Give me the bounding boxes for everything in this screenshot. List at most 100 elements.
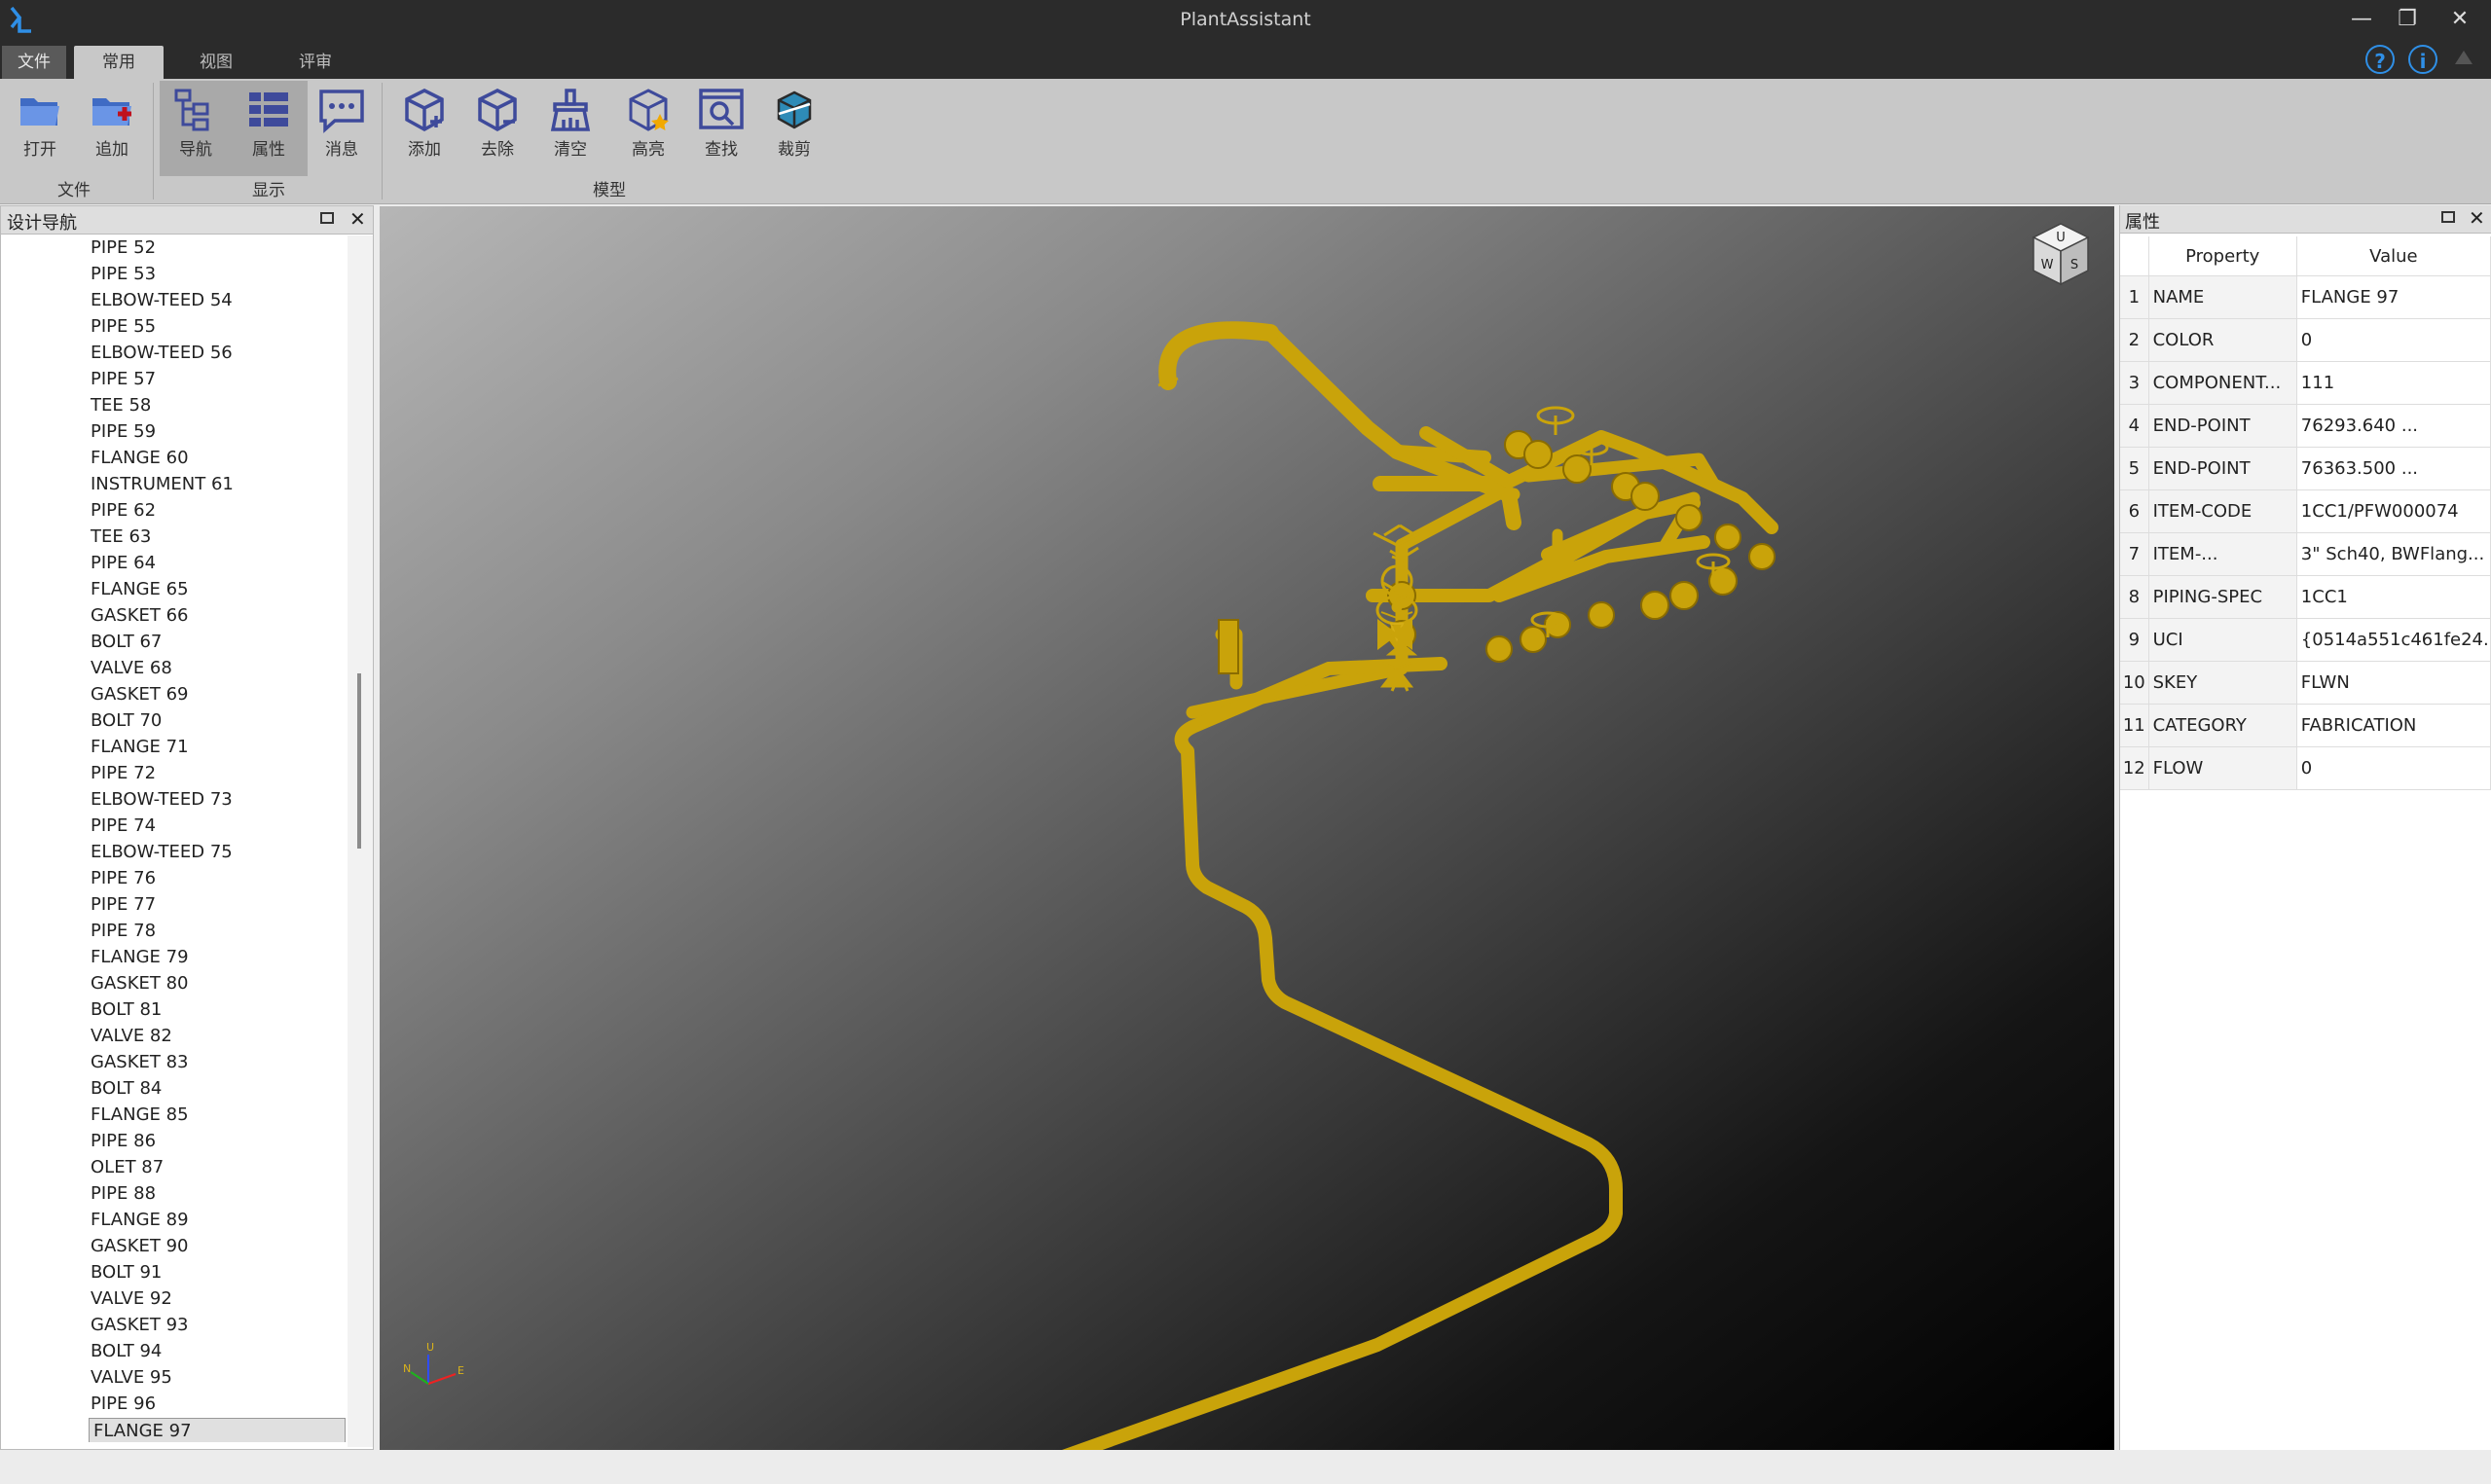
nav-tree-item[interactable]: BOLT 81 xyxy=(91,997,162,1023)
minimize-button[interactable]: — xyxy=(2345,6,2378,33)
property-row[interactable]: 10 SKEY FLWN xyxy=(2120,661,2491,705)
property-row[interactable]: 7 ITEM-... 3" Sch40, BWFlang... xyxy=(2120,532,2491,576)
nav-tree-item[interactable]: PIPE 74 xyxy=(91,814,156,839)
property-row[interactable]: 6 ITEM-CODE 1CC1/PFW000074 xyxy=(2120,489,2491,533)
add-model-button[interactable]: 添加 xyxy=(392,83,457,227)
nav-tree-item[interactable]: ELBOW-TEED 73 xyxy=(91,787,233,813)
nav-scrollbar[interactable] xyxy=(348,235,373,1447)
nav-tree-item[interactable]: BOLT 84 xyxy=(91,1076,162,1102)
view-cube-icon[interactable]: U W S xyxy=(2030,222,2092,286)
property-row[interactable]: 12 FLOW 0 xyxy=(2120,746,2491,790)
nav-tree-item[interactable]: TEE 63 xyxy=(91,525,151,550)
tab-view[interactable]: 视图 xyxy=(187,46,245,79)
help-icon[interactable]: ? xyxy=(2365,45,2395,74)
remove-model-button[interactable]: 去除 xyxy=(465,83,530,227)
nav-tree-item[interactable]: OLET 87 xyxy=(91,1155,164,1180)
nav-tree-item[interactable]: GASKET 90 xyxy=(91,1234,189,1259)
property-value-cell[interactable]: FLWN xyxy=(2296,661,2491,705)
nav-tree-item[interactable]: PIPE 78 xyxy=(91,919,156,944)
property-value-cell[interactable]: FABRICATION xyxy=(2296,704,2491,747)
find-button[interactable]: 查找 xyxy=(689,83,753,227)
nav-tree-item[interactable]: ELBOW-TEED 54 xyxy=(91,288,233,313)
nav-tree-item[interactable]: FLANGE 85 xyxy=(91,1103,189,1128)
nav-tree-item[interactable]: VALVE 82 xyxy=(91,1024,172,1049)
close-panel-icon[interactable]: ✕ xyxy=(2469,206,2485,230)
property-value-cell[interactable]: 0 xyxy=(2296,318,2491,362)
nav-tree-item[interactable]: PIPE 86 xyxy=(91,1129,156,1154)
nav-tree-item[interactable]: PIPE 76 xyxy=(91,866,156,891)
property-value-cell[interactable]: 3" Sch40, BWFlang... xyxy=(2296,532,2491,576)
property-row[interactable]: 3 COMPONENT... 111 xyxy=(2120,361,2491,405)
property-value-cell[interactable]: {0514a551c461fe24... xyxy=(2296,618,2491,662)
property-value-cell[interactable]: 76363.500 ... xyxy=(2296,447,2491,490)
nav-tree-item[interactable]: PIPE 72 xyxy=(91,761,156,786)
property-row[interactable]: 11 CATEGORY FABRICATION xyxy=(2120,704,2491,747)
restore-button[interactable]: ❐ xyxy=(2391,6,2424,33)
nav-tree-item[interactable]: PIPE 59 xyxy=(91,419,156,445)
nav-tree-item[interactable]: PIPE 64 xyxy=(91,551,156,576)
nav-tree-item[interactable]: GASKET 69 xyxy=(91,682,189,707)
tab-review[interactable]: 评审 xyxy=(286,46,345,79)
property-row[interactable]: 9 UCI {0514a551c461fe24... xyxy=(2120,618,2491,662)
ribbon-separator xyxy=(153,83,154,199)
nav-tree-item[interactable]: PIPE 62 xyxy=(91,498,156,524)
nav-tree-item[interactable]: PIPE 57 xyxy=(91,367,156,392)
property-value-cell[interactable]: 0 xyxy=(2296,746,2491,790)
nav-tree-item[interactable]: VALVE 95 xyxy=(91,1365,172,1391)
nav-tree-item[interactable]: BOLT 67 xyxy=(91,630,162,655)
property-value-cell[interactable]: 1CC1/PFW000074 xyxy=(2296,489,2491,533)
property-row[interactable]: 5 END-POINT 76363.500 ... xyxy=(2120,447,2491,490)
property-value-cell[interactable]: 76293.640 ... xyxy=(2296,404,2491,448)
tab-common[interactable]: 常用 xyxy=(74,46,164,79)
nav-tree-item[interactable]: GASKET 83 xyxy=(91,1050,189,1075)
nav-tree-item[interactable]: PIPE 53 xyxy=(91,262,156,287)
highlight-button[interactable]: 高亮 xyxy=(616,83,680,227)
clear-button[interactable]: 清空 xyxy=(538,83,603,227)
nav-tree-item[interactable]: FLANGE 60 xyxy=(91,446,189,471)
nav-tree-item[interactable]: FLANGE 71 xyxy=(91,735,189,760)
close-button[interactable]: ✕ xyxy=(2443,6,2476,33)
nav-tree-item[interactable]: VALVE 92 xyxy=(91,1286,172,1312)
nav-tree-item[interactable]: FLANGE 65 xyxy=(91,577,189,602)
property-value-cell[interactable]: 111 xyxy=(2296,361,2491,405)
nav-tree-item[interactable]: VALVE 68 xyxy=(91,656,172,681)
nav-tree-item[interactable]: GASKET 80 xyxy=(91,971,189,996)
float-panel-icon[interactable] xyxy=(2441,211,2455,223)
property-row[interactable]: 2 COLOR 0 xyxy=(2120,318,2491,362)
collapse-ribbon-icon[interactable] xyxy=(2455,51,2473,64)
nav-tree-item[interactable]: FLANGE 89 xyxy=(91,1208,189,1233)
property-value-cell[interactable]: FLANGE 97 xyxy=(2296,275,2491,319)
nav-tree-item[interactable]: INSTRUMENT 61 xyxy=(91,472,234,497)
nav-tree-item[interactable]: BOLT 94 xyxy=(91,1339,162,1364)
nav-tree-item[interactable]: BOLT 70 xyxy=(91,708,162,734)
nav-tree-item[interactable]: PIPE 77 xyxy=(91,892,156,918)
float-panel-icon[interactable] xyxy=(320,212,334,224)
nav-tree-item[interactable]: PIPE 52 xyxy=(91,235,156,261)
nav-tree-item[interactable]: ELBOW-TEED 56 xyxy=(91,341,233,366)
property-row[interactable]: 4 END-POINT 76293.640 ... xyxy=(2120,404,2491,448)
3d-viewport[interactable]: U W S U N E xyxy=(380,206,2114,1450)
nav-scroll-thumb[interactable] xyxy=(357,673,361,849)
menu-tab-bar: 文件 常用 视图 评审 xyxy=(0,40,2491,79)
row-number: 8 xyxy=(2120,575,2149,619)
nav-tree-item[interactable]: GASKET 66 xyxy=(91,603,189,629)
clip-button[interactable]: 裁剪 xyxy=(762,83,826,227)
nav-tree-item[interactable]: FLANGE 79 xyxy=(91,945,189,970)
nav-tree-item[interactable]: PIPE 96 xyxy=(91,1392,156,1417)
close-panel-icon[interactable]: ✕ xyxy=(349,207,366,231)
property-row[interactable]: 8 PIPING-SPEC 1CC1 xyxy=(2120,575,2491,619)
tab-file[interactable]: 文件 xyxy=(2,46,66,79)
nav-tree-item[interactable]: TEE 58 xyxy=(91,393,151,418)
nav-tree-item[interactable]: FLANGE 97 xyxy=(89,1418,346,1442)
property-row[interactable]: 1 NAME FLANGE 97 xyxy=(2120,275,2491,319)
nav-tree-item[interactable]: PIPE 88 xyxy=(91,1181,156,1207)
nav-tree-item[interactable]: PIPE 55 xyxy=(91,314,156,340)
property-column-header[interactable]: Property xyxy=(2148,236,2297,276)
property-value-cell[interactable]: 1CC1 xyxy=(2296,575,2491,619)
nav-tree-item[interactable]: ELBOW-TEED 75 xyxy=(91,840,233,865)
pipe-model-render[interactable] xyxy=(380,206,2114,1450)
info-icon[interactable]: i xyxy=(2408,45,2437,74)
nav-tree-item[interactable]: GASKET 93 xyxy=(91,1313,189,1338)
value-column-header[interactable]: Value xyxy=(2296,236,2491,276)
nav-tree-item[interactable]: BOLT 91 xyxy=(91,1260,162,1285)
